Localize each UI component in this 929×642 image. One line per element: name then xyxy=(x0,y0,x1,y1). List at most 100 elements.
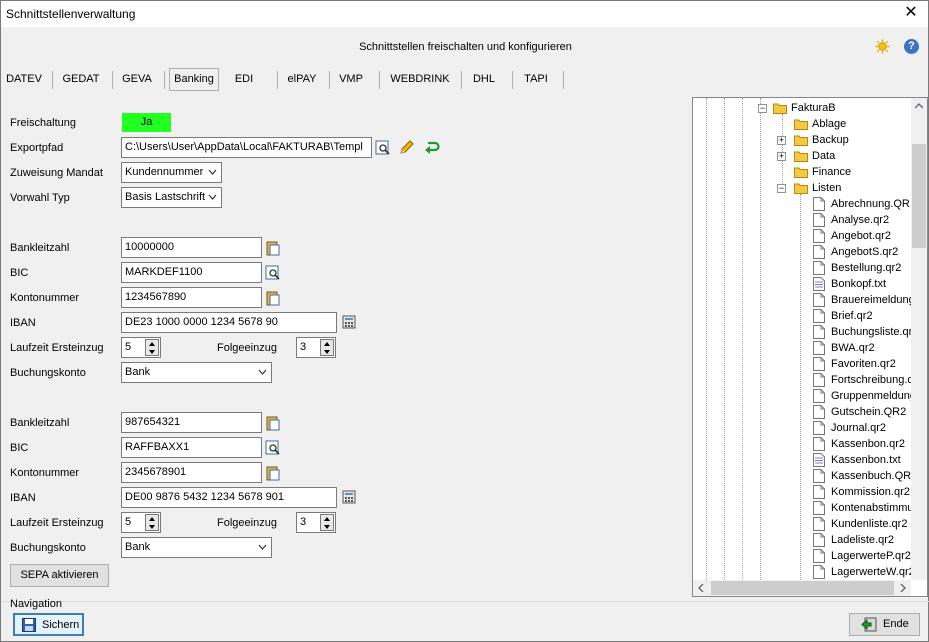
tree-collapse-toggle[interactable]: − xyxy=(758,104,767,113)
clipboard-icon[interactable] xyxy=(265,415,281,431)
tree-node-label: Data xyxy=(812,150,836,162)
scroll-left-icon[interactable] xyxy=(698,584,704,592)
freischaltung-toggle[interactable]: Ja xyxy=(122,113,171,132)
spin-buttons[interactable] xyxy=(320,339,334,356)
search-icon[interactable] xyxy=(265,440,281,456)
bank2-laufzeit-value: 5 xyxy=(125,516,132,528)
tree-node-label: Backup xyxy=(812,134,849,146)
file-icon xyxy=(813,484,827,500)
tree-expand-toggle[interactable]: + xyxy=(777,136,786,145)
spin-buttons[interactable] xyxy=(145,514,159,531)
tree-collapse-toggle[interactable]: − xyxy=(777,184,786,193)
tab-vmp[interactable]: VMP xyxy=(335,69,367,91)
save-button[interactable]: Sichern xyxy=(13,613,84,636)
bank2-konto-input[interactable]: 2345678901 xyxy=(121,462,262,483)
bank2-iban-input[interactable]: DE00 9876 5432 1234 5678 901 xyxy=(121,487,337,508)
help-icon[interactable]: ? xyxy=(904,39,919,54)
clipboard-icon[interactable] xyxy=(265,465,281,481)
bank2-buchung-value: Bank xyxy=(125,541,151,553)
bank2-konto-label: Kontonummer xyxy=(10,467,80,479)
bank1-konto-input[interactable]: 1234567890 xyxy=(121,287,262,308)
scroll-right-icon[interactable] xyxy=(900,584,906,592)
tab-separator xyxy=(277,71,278,89)
folder-icon xyxy=(773,100,787,116)
tab-geva[interactable]: GEVA xyxy=(118,69,156,91)
file-icon xyxy=(813,388,827,404)
search-icon[interactable] xyxy=(265,265,281,281)
tab-webdrink[interactable]: WEBDRINK xyxy=(387,69,453,91)
bank2-folge-stepper[interactable]: 3 xyxy=(296,512,336,533)
spin-buttons[interactable] xyxy=(320,514,334,531)
calculator-icon[interactable] xyxy=(341,489,357,505)
tree-guide xyxy=(800,194,801,596)
vorwahl-typ-label: Vorwahl Typ xyxy=(10,192,70,204)
tab-tapi[interactable]: TAPI xyxy=(519,69,553,91)
close-button[interactable]: ✕ xyxy=(894,1,928,27)
chevron-down-icon xyxy=(258,544,267,550)
bank2-laufzeit-stepper[interactable]: 5 xyxy=(121,512,161,533)
file-icon xyxy=(813,500,827,516)
undo-icon[interactable] xyxy=(424,139,440,155)
tab-elpay[interactable]: elPAY xyxy=(284,69,320,91)
tree-node-label: Bestellung.qr2 xyxy=(831,262,902,274)
tree-node-label: Analyse.qr2 xyxy=(831,214,890,226)
bank1-bic-input[interactable]: MARKDEF1100 xyxy=(121,262,262,283)
scroll-thumb[interactable] xyxy=(912,144,926,248)
zuweisung-mandat-select[interactable]: Kundennummer xyxy=(121,162,222,183)
chevron-down-icon xyxy=(208,194,217,200)
vorwahl-typ-select[interactable]: Basis Lastschrift xyxy=(121,187,222,208)
tab-datev[interactable]: DATEV xyxy=(5,69,43,91)
calculator-icon[interactable] xyxy=(341,314,357,330)
tab-separator xyxy=(164,71,165,89)
clipboard-icon[interactable] xyxy=(265,240,281,256)
bank1-blz-input[interactable]: 10000000 xyxy=(121,237,262,258)
bank1-buchung-select[interactable]: Bank xyxy=(121,362,272,383)
folder-tree[interactable]: − FakturaB Ablage + Backup + Data Finance − Liste… xyxy=(692,97,928,597)
file-icon xyxy=(813,228,827,244)
scroll-thumb[interactable] xyxy=(711,581,894,595)
folder-icon xyxy=(794,132,808,148)
tree-node-label: Favoriten.qr2 xyxy=(831,358,896,370)
sun-icon[interactable] xyxy=(875,39,890,54)
tab-edi[interactable]: EDI xyxy=(231,69,257,91)
tree-node-label: Abrechnung.QR xyxy=(831,198,910,210)
tree-node-label: Journal.qr2 xyxy=(831,422,887,434)
bank2-blz-input[interactable]: 987654321 xyxy=(121,412,262,433)
bank1-iban-input[interactable]: DE23 1000 0000 1234 5678 90 xyxy=(121,312,337,333)
text-file-icon xyxy=(813,276,827,292)
tree-expand-toggle[interactable]: + xyxy=(777,152,786,161)
tab-separator xyxy=(379,71,380,89)
tree-node-label: Kommission.qr2 xyxy=(831,486,910,498)
bank1-folge-label: Folgeeinzug xyxy=(217,342,277,354)
navigation-label: Navigation xyxy=(10,598,62,610)
navigation-separator xyxy=(1,601,929,602)
tree-guide xyxy=(724,98,725,596)
scroll-up-icon[interactable] xyxy=(915,103,923,109)
browse-icon[interactable] xyxy=(375,140,391,156)
pencil-icon[interactable] xyxy=(399,139,415,155)
end-button[interactable]: Ende xyxy=(849,613,920,636)
clipboard-icon[interactable] xyxy=(265,290,281,306)
tab-gedat[interactable]: GEDAT xyxy=(58,69,104,91)
tree-vertical-scrollbar[interactable] xyxy=(911,98,927,580)
tree-horizontal-scrollbar[interactable] xyxy=(693,580,911,596)
file-icon xyxy=(813,420,827,436)
spin-buttons[interactable] xyxy=(145,339,159,356)
file-icon xyxy=(813,260,827,276)
bank1-folge-stepper[interactable]: 3 xyxy=(296,337,336,358)
folder-icon xyxy=(794,116,808,132)
bank2-bic-input[interactable]: RAFFBAXX1 xyxy=(121,437,262,458)
tree-guide xyxy=(742,98,743,596)
tab-separator xyxy=(112,71,113,89)
tab-dhl[interactable]: DHL xyxy=(467,69,501,91)
window: Schnittstellenverwaltung ✕ Schnittstelle… xyxy=(0,0,929,642)
bank2-buchung-select[interactable]: Bank xyxy=(121,537,272,558)
tree-node-label: Ladeliste.qr2 xyxy=(831,534,894,546)
chevron-down-icon xyxy=(258,369,267,375)
tab-banking[interactable]: Banking xyxy=(169,68,219,91)
folder-icon xyxy=(794,148,808,164)
bank1-laufzeit-stepper[interactable]: 5 xyxy=(121,337,161,358)
bank2-folge-value: 3 xyxy=(300,516,307,528)
sepa-activate-button[interactable]: SEPA aktivieren xyxy=(10,564,109,587)
exportpfad-input[interactable]: C:\Users\User\AppData\Local\FAKTURAB\Tem… xyxy=(121,137,372,158)
